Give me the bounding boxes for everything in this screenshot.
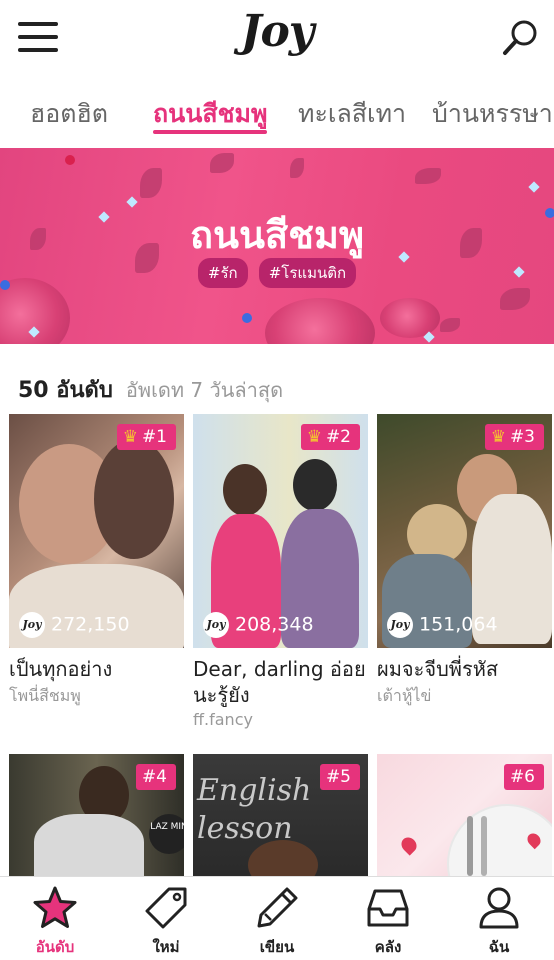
petal-decoration — [140, 168, 162, 198]
category-banner[interactable]: ถนนสีชมพู #รัก #โรแมนติก — [0, 148, 554, 344]
joy-badge-icon: Joy — [203, 612, 229, 638]
crown-icon: ♛ — [490, 427, 506, 447]
banner-tags: #รัก #โรแมนติก — [0, 258, 554, 288]
view-count: Joy 208,348 — [203, 612, 314, 638]
view-count: Joy 151,064 — [387, 612, 498, 638]
crown-icon: ♛ — [306, 427, 322, 447]
bottom-navigation: อันดับ ใหม่ เขียน คลัง ฉัน — [0, 876, 554, 960]
dot-decoration — [65, 155, 75, 165]
joy-badge-icon: Joy — [19, 612, 45, 638]
story-cover[interactable]: LAZ MIN #4 — [9, 754, 184, 876]
pencil-icon — [257, 887, 298, 928]
shop-sign: LAZ MIN — [149, 814, 184, 854]
rose-decoration — [265, 298, 375, 344]
tab-grey-sea[interactable]: ทะเลสีเทา — [298, 94, 406, 134]
story-author[interactable]: โพนี่สีชมพู — [9, 684, 184, 709]
app-logo: Joy — [240, 6, 315, 57]
knife-image — [481, 816, 487, 876]
nav-write[interactable]: เขียน — [222, 885, 332, 959]
couple-figure — [223, 464, 267, 516]
story-card-4[interactable]: LAZ MIN #4 — [9, 754, 184, 876]
tab-pink-road[interactable]: ถนนสีชมพู — [153, 94, 268, 134]
nav-label: อันดับ — [35, 938, 75, 956]
app-header: Joy — [0, 0, 554, 82]
story-card-2[interactable]: ♛ #2 Joy 208,348 Dear, darling อ่อยนะรู้ยั… — [193, 414, 368, 729]
rank-badge: #5 — [319, 764, 360, 790]
ranking-title: 50 อันดับ — [18, 378, 113, 403]
ranking-subtitle: อัพเดท 7 วันล่าสุด — [125, 378, 284, 402]
nav-ranking[interactable]: อันดับ — [0, 885, 110, 959]
story-cover[interactable]: ♛ #1 Joy 272,150 — [9, 414, 184, 648]
rose-decoration — [380, 298, 440, 338]
heart-decoration — [398, 834, 420, 856]
story-cover[interactable]: #6 — [377, 754, 552, 876]
story-card-5[interactable]: English lesson #5 — [193, 754, 368, 876]
story-card-1[interactable]: ♛ #1 Joy 272,150 เป็นทุกอย่าง โพนี่สีชมพู — [9, 414, 184, 709]
story-author[interactable]: ff.fancy — [193, 710, 368, 729]
user-icon — [479, 887, 519, 929]
petal-decoration — [415, 168, 441, 184]
couple-figure — [293, 459, 337, 511]
rank-badge: ♛ #2 — [300, 424, 360, 450]
petal-decoration — [440, 318, 460, 332]
active-tab-underline — [153, 130, 267, 134]
rank-badge: ♛ #3 — [484, 424, 544, 450]
star-icon — [33, 886, 77, 928]
story-cover[interactable]: ♛ #3 Joy 151,064 — [377, 414, 552, 648]
rank-badge: #6 — [503, 764, 544, 790]
story-title[interactable]: ผมจะจีบพี่รหัส — [377, 656, 552, 682]
story-card-3[interactable]: ♛ #3 Joy 151,064 ผมจะจีบพี่รหัส เต้าหู้ไข่ — [377, 414, 552, 709]
story-cover[interactable]: English lesson #5 — [193, 754, 368, 876]
story-card-6[interactable]: #6 — [377, 754, 552, 876]
nav-library[interactable]: คลัง — [333, 885, 443, 959]
ranking-header: 50 อันดับ อัพเดท 7 วันล่าสุด — [18, 372, 283, 407]
tab-hot[interactable]: ฮอตฮิต — [30, 94, 108, 134]
nav-label: เขียน — [259, 938, 295, 956]
category-tabs: ฮอตฮิต ถนนสีชมพู ทะเลสีเทา บ้านหรรษา — [0, 90, 554, 140]
joy-badge-icon: Joy — [387, 612, 413, 638]
couple-figure — [94, 439, 174, 559]
sparkle-decoration — [528, 181, 540, 193]
tag-icon — [145, 887, 187, 929]
nav-label: คลัง — [374, 938, 402, 956]
nav-label: ฉัน — [488, 938, 510, 956]
story-author[interactable]: เต้าหู้ไข่ — [377, 684, 552, 709]
story-title[interactable]: Dear, darling อ่อยนะรู้ยัง — [193, 656, 368, 708]
petal-decoration — [210, 153, 234, 173]
petal-decoration — [290, 158, 304, 178]
crown-icon: ♛ — [122, 427, 138, 447]
story-title[interactable]: เป็นทุกอย่าง — [9, 656, 184, 682]
story-cover[interactable]: ♛ #2 Joy 208,348 — [193, 414, 368, 648]
dot-decoration — [242, 313, 252, 323]
view-count: Joy 272,150 — [19, 612, 130, 638]
nav-me[interactable]: ฉัน — [444, 885, 554, 959]
rank-badge: #4 — [135, 764, 176, 790]
tag-love[interactable]: #รัก — [197, 258, 248, 288]
banner-title: ถนนสีชมพู — [189, 213, 365, 257]
inbox-tray-icon — [367, 889, 409, 927]
nav-label: ใหม่ — [152, 938, 180, 956]
rank-badge: ♛ #1 — [116, 424, 176, 450]
tag-romantic[interactable]: #โรแมนติก — [258, 258, 357, 288]
tab-fun-house[interactable]: บ้านหรรษา — [432, 94, 553, 134]
petal-decoration — [500, 288, 530, 310]
nav-new[interactable]: ใหม่ — [111, 885, 221, 959]
search-icon[interactable] — [500, 18, 540, 58]
fork-image — [467, 816, 473, 876]
person-figure — [34, 814, 144, 876]
